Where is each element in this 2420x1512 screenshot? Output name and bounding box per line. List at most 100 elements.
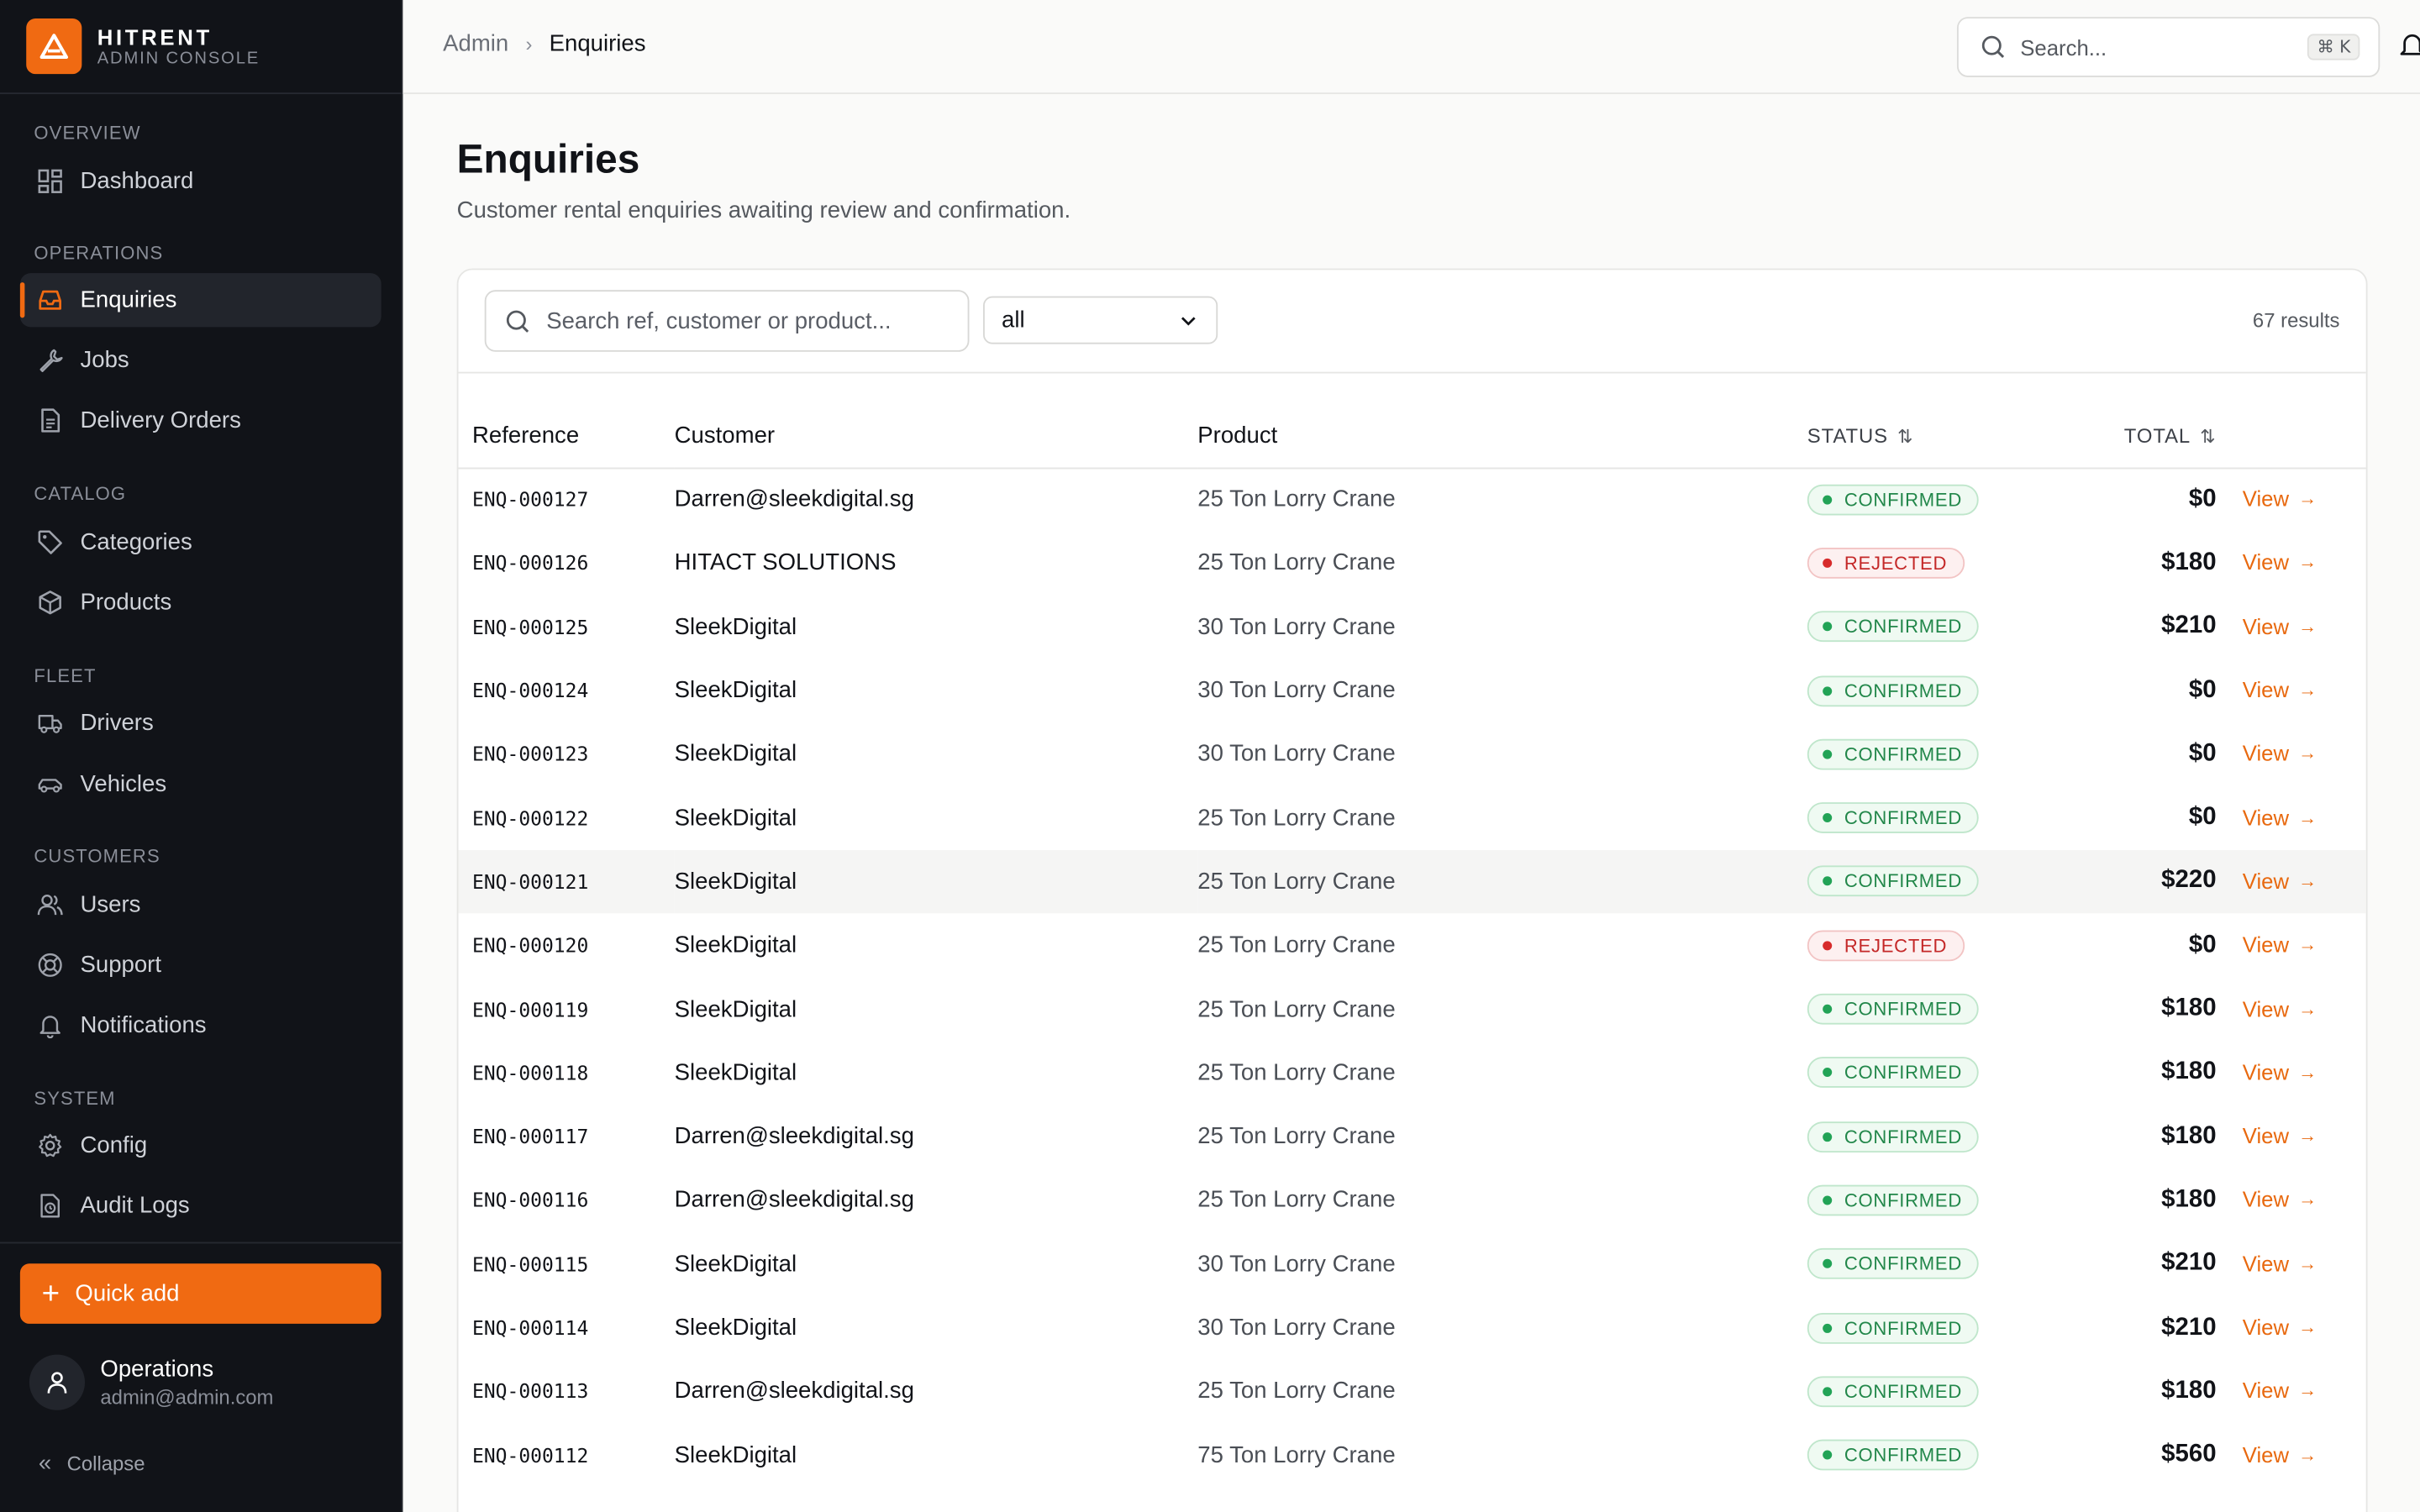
cell-total: $210: [2161, 612, 2217, 639]
bell-icon[interactable]: [2398, 31, 2420, 70]
sidebar-item-label: Categories: [80, 528, 192, 556]
sidebar-item-label: Vehicles: [80, 771, 167, 798]
cell-product: 25 Ton Lorry Crane: [1197, 1378, 1396, 1404]
sidebar-item-drivers[interactable]: Drivers: [20, 696, 381, 749]
table-row[interactable]: ENQ-000124 SleekDigital 30 Ton Lorry Crane…: [459, 659, 2366, 722]
user-profile[interactable]: Operations admin@admin.com: [29, 1354, 274, 1410]
status-badge: CONFIRMED: [1807, 802, 1980, 834]
table-row[interactable]: ENQ-000120 SleekDigital 25 Ton Lorry Crane…: [459, 913, 2366, 977]
avatar: [29, 1354, 86, 1410]
status-badge: CONFIRMED: [1807, 1375, 1980, 1407]
table-row[interactable]: ENQ-000118 SleekDigital 25 Ton Lorry Crane…: [459, 1041, 2366, 1105]
table-row[interactable]: ENQ-000115 SleekDigital 30 Ton Lorry Crane…: [459, 1232, 2366, 1296]
filter-divider: [458, 371, 2366, 374]
table-row[interactable]: ENQ-000123 SleekDigital 30 Ton Lorry Crane…: [459, 722, 2366, 786]
status-badge: CONFIRMED: [1807, 484, 1980, 516]
cell-reference: ENQ-000115: [472, 1252, 589, 1276]
cell-action: View →: [2217, 595, 2366, 659]
view-label: View: [2242, 486, 2290, 512]
status-dot-icon: [1823, 1450, 1833, 1460]
status-filter-select[interactable]: all: [982, 296, 1218, 344]
table-row[interactable]: ENQ-000113 Darren@sleekdigital.sg 25 Ton L…: [459, 1359, 2366, 1423]
table-row[interactable]: ENQ-000121 SleekDigital 25 Ton Lorry Crane…: [458, 849, 2366, 914]
status-text: CONFIRMED: [1844, 1126, 1962, 1147]
table-row[interactable]: ENQ-000125 SleekDigital 30 Ton Lorry Crane…: [459, 595, 2366, 659]
status-text: CONFIRMED: [1844, 998, 1962, 1021]
view-link[interactable]: View →: [2243, 1315, 2317, 1339]
cell-status: CONFIRMED: [1807, 595, 2023, 659]
view-link[interactable]: View →: [2243, 1059, 2317, 1084]
sidebar-item-enquiries[interactable]: Enquiries: [19, 273, 381, 328]
view-link[interactable]: View →: [2243, 486, 2317, 511]
sidebar-item-categories[interactable]: Categories: [20, 515, 381, 569]
view-link[interactable]: View →: [2243, 932, 2317, 957]
table-row[interactable]: ENQ-000126 HITACT SOLUTIONS 25 Ton Lorry C…: [459, 531, 2366, 595]
cell-action: View →: [2217, 1232, 2366, 1296]
status-dot-icon: [1823, 813, 1833, 823]
collapse-button[interactable]: « Collapse: [39, 1451, 145, 1477]
view-link[interactable]: View →: [2243, 1442, 2317, 1467]
view-link[interactable]: View →: [2243, 677, 2317, 701]
view-label: View: [2242, 677, 2290, 702]
table-row[interactable]: ENQ-000117 Darren@sleekdigital.sg 25 Ton L…: [459, 1105, 2366, 1168]
status-badge: CONFIRMED: [1807, 993, 1980, 1025]
view-link[interactable]: View →: [2243, 550, 2317, 575]
brand[interactable]: HITRENT ADMIN CONSOLE: [0, 0, 402, 95]
cell-product: 25 Ton Lorry Crane: [1197, 995, 1396, 1022]
user-email: admin@admin.com: [100, 1384, 274, 1409]
quick-add-button[interactable]: + Quick add: [19, 1263, 381, 1324]
view-link[interactable]: View →: [2243, 614, 2317, 638]
sidebar-item-jobs[interactable]: Jobs: [20, 333, 381, 387]
sidebar-item-support[interactable]: Support: [20, 938, 381, 992]
arrow-right-icon: →: [2298, 933, 2317, 956]
view-link[interactable]: View →: [2243, 869, 2317, 893]
global-search-input[interactable]: Search... ⌘ K: [1956, 17, 2381, 77]
table-row[interactable]: ENQ-000112 SleekDigital 75 Ton Lorry Crane…: [459, 1423, 2366, 1487]
view-link[interactable]: View →: [2243, 1123, 2317, 1147]
breadcrumb-admin[interactable]: Admin: [443, 31, 508, 57]
sidebar-item-label: Drivers: [80, 709, 154, 737]
sidebar-item-products[interactable]: Products: [20, 575, 381, 629]
cell-status: CONFIRMED: [1807, 1423, 2023, 1487]
cell-product: 75 Ton Lorry Crane: [1197, 1441, 1396, 1468]
status-text: CONFIRMED: [1844, 489, 1962, 511]
table-search-input[interactable]: Search ref, customer or product...: [484, 290, 970, 352]
column-header-product: Product: [1197, 423, 1278, 449]
column-header-status[interactable]: STATUS ⇅: [1807, 406, 2023, 467]
sidebar-item-dashboard[interactable]: Dashboard: [20, 155, 381, 208]
sidebar-item-vehicles[interactable]: Vehicles: [20, 758, 381, 811]
arrow-right-icon: →: [2298, 806, 2317, 828]
sidebar-item-notifications[interactable]: Notifications: [20, 998, 381, 1052]
sidebar-item-audit-logs[interactable]: Audit Logs: [20, 1179, 381, 1232]
cell-status: CONFIRMED: [1807, 1105, 2023, 1168]
view-link[interactable]: View →: [2243, 1251, 2317, 1275]
status-dot-icon: [1823, 877, 1833, 887]
view-link[interactable]: View →: [2243, 996, 2317, 1021]
table-row[interactable]: ENQ-000116 Darren@sleekdigital.sg 25 Ton L…: [459, 1168, 2366, 1232]
view-link[interactable]: View →: [2243, 741, 2317, 765]
cell-product: 25 Ton Lorry Crane: [1197, 868, 1396, 895]
status-badge: REJECTED: [1807, 930, 1965, 961]
arrow-right-icon: →: [2298, 1315, 2317, 1338]
sidebar-item-delivery-orders[interactable]: Delivery Orders: [20, 393, 381, 447]
cell-customer: SleekDigital: [674, 1059, 797, 1086]
view-link[interactable]: View →: [2243, 805, 2317, 829]
status-header-label: STATUS: [1807, 424, 1888, 449]
view-link[interactable]: View →: [2243, 1378, 2317, 1403]
cell-total: $0: [2188, 676, 2217, 703]
table-row[interactable]: ENQ-000122 SleekDigital 25 Ton Lorry Crane…: [459, 786, 2366, 850]
cell-status: CONFIRMED: [1807, 977, 2023, 1041]
column-header-total[interactable]: TOTAL ⇅: [2023, 406, 2217, 467]
table-row[interactable]: ENQ-000114 SleekDigital 30 Ton Lorry Crane…: [459, 1296, 2366, 1360]
arrow-right-icon: →: [2298, 1379, 2317, 1402]
table-row[interactable]: ENQ-000119 SleekDigital 25 Ton Lorry Crane…: [459, 977, 2366, 1041]
sort-icon: ⇅: [2200, 426, 2217, 449]
view-link[interactable]: View →: [2243, 1187, 2317, 1211]
cell-status: CONFIRMED: [1807, 722, 2023, 786]
sidebar-item-config[interactable]: Config: [20, 1119, 381, 1173]
users-icon: [37, 895, 63, 916]
cell-product: 25 Ton Lorry Crane: [1197, 1059, 1396, 1086]
table-row[interactable]: ENQ-000127 Darren@sleekdigital.sg 25 Ton L…: [459, 468, 2366, 532]
view-label: View: [2242, 1314, 2290, 1340]
sidebar-item-users[interactable]: Users: [20, 878, 381, 932]
